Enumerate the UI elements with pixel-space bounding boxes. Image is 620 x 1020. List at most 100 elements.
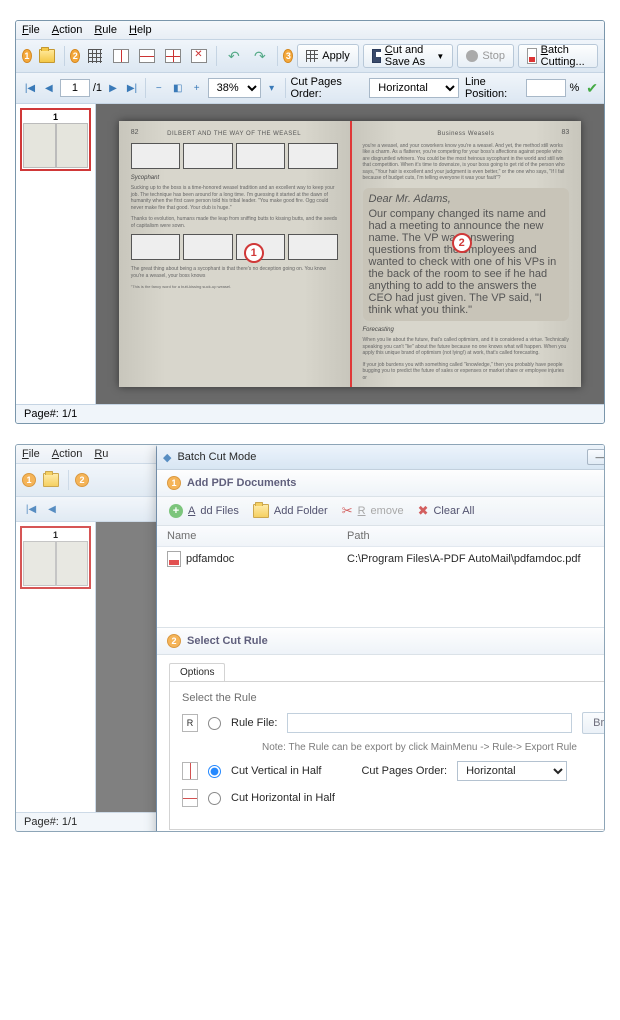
batch-cut-dialog: ◆ Batch Cut Mode — □ ✕ 1Add PDF Document… <box>156 444 605 832</box>
apply-icon <box>306 50 318 62</box>
statusbar: Page#: 1/1 <box>16 404 604 423</box>
callout-body: Our company changed its name and had a m… <box>369 208 564 316</box>
zoom-in-button[interactable]: + <box>189 79 205 97</box>
body-text: The great thing about being a sycophant … <box>131 266 338 279</box>
canvas[interactable]: 1 2 82 DILBERT AND THE WAY OF THE WEASEL… <box>96 104 604 404</box>
rule-file-label: Rule File: <box>231 717 277 729</box>
dialog-titlebar[interactable]: ◆ Batch Cut Mode — □ ✕ <box>157 445 605 470</box>
cut-order-select[interactable]: Horizontal <box>369 78 459 98</box>
menu-action[interactable]: Action <box>52 448 83 460</box>
remove-button[interactable]: ✂Remove <box>342 503 404 519</box>
thumb-label: 1 <box>23 111 88 123</box>
stop-label: Stop <box>482 50 505 62</box>
folder-icon <box>39 49 55 63</box>
thumbnail-1[interactable]: 1 <box>20 526 91 589</box>
last-page-button[interactable]: ▶| <box>124 79 140 97</box>
cut-horizontal-radio[interactable] <box>208 792 221 805</box>
file-name: pdfamdoc <box>186 553 234 565</box>
order-label: Cut Pages Order: <box>290 76 366 100</box>
grid-button[interactable] <box>84 45 106 67</box>
section-2-header: 2Select Cut Rule <box>157 628 605 655</box>
select-rule-label: Select the Rule <box>182 692 605 704</box>
batch-cutting-button[interactable]: Batch Cutting... <box>518 44 598 68</box>
open-button[interactable] <box>40 469 62 491</box>
linepos-input[interactable] <box>526 79 566 97</box>
zoom-fit-button[interactable]: ◧ <box>170 79 186 97</box>
body-text: If your job burdens you with something c… <box>363 362 570 382</box>
cut-horizontal-icon <box>182 789 198 807</box>
main-toolbar: 1 2 ↶ ↷ 3 Apply Cut and Save As▼ Stop Ba… <box>16 40 604 73</box>
open-button[interactable] <box>36 45 58 67</box>
cut-vertical-button[interactable] <box>110 45 132 67</box>
region-marker-2[interactable]: 2 <box>452 233 472 253</box>
rule-file-input[interactable] <box>287 713 572 733</box>
dialog-toolbar: +Add Files Add Folder ✂Remove ✖Clear All <box>157 497 605 526</box>
linepos-unit: % <box>569 82 579 94</box>
cut-both-icon <box>165 49 181 63</box>
menu-help[interactable]: Help <box>129 24 152 36</box>
apply-linepos-button[interactable]: ✔ <box>586 80 598 97</box>
file-path: C:\Program Files\A-PDF AutoMail\pdfamdoc… <box>347 553 581 565</box>
options-tab[interactable]: Options <box>169 663 225 681</box>
batch-label: Batch Cutting... <box>541 44 589 68</box>
browse-button[interactable]: Browse... <box>582 712 605 734</box>
menu-file[interactable]: File <box>22 24 40 36</box>
pdf-icon <box>167 551 181 567</box>
menu-rule[interactable]: Ru <box>94 448 108 460</box>
zoom-select[interactable]: 38% <box>208 78 261 98</box>
prev-page-button[interactable]: ◀ <box>41 79 57 97</box>
menu-file[interactable]: File <box>22 448 40 460</box>
rule-file-icon: R <box>182 714 198 732</box>
body-text: Thanks to evolution, humans made the lea… <box>131 216 338 229</box>
step-3-badge: 3 <box>283 49 293 63</box>
body-text: Sucking up to the boss is a time-honored… <box>131 185 338 211</box>
zoom-out-button[interactable]: − <box>151 79 167 97</box>
cut-line[interactable] <box>350 121 352 388</box>
cut-vertical-label: Cut Vertical in Half <box>231 765 321 777</box>
rule-file-radio[interactable] <box>208 717 221 730</box>
region-marker-1[interactable]: 1 <box>244 243 264 263</box>
order-select[interactable]: Horizontal <box>457 761 567 781</box>
zoom-dropdown-button[interactable]: ▾ <box>264 79 280 97</box>
step-2-badge: 2 <box>70 49 80 63</box>
file-row[interactable]: pdfamdoc C:\Program Files\A-PDF AutoMail… <box>157 547 605 571</box>
folder-icon <box>253 504 269 518</box>
pdf-icon <box>527 48 537 64</box>
menu-rule[interactable]: Rule <box>94 24 117 36</box>
cut-horizontal-button[interactable] <box>136 45 158 67</box>
main-window: File Action Rule Help 1 2 ↶ ↷ 3 Apply Cu… <box>15 20 605 424</box>
add-folder-button[interactable]: Add Folder <box>253 504 328 518</box>
cut-save-button[interactable]: Cut and Save As▼ <box>363 44 454 68</box>
cut-both-button[interactable] <box>162 45 184 67</box>
apply-button[interactable]: Apply <box>297 44 359 68</box>
grid-icon <box>88 49 102 63</box>
redo-button[interactable]: ↷ <box>249 45 271 67</box>
undo-button[interactable]: ↶ <box>223 45 245 67</box>
first-page-button[interactable]: |◀ <box>22 79 38 97</box>
page-total: /1 <box>93 82 102 94</box>
next-page-button[interactable]: ▶ <box>105 79 121 97</box>
add-files-button[interactable]: +Add Files <box>169 504 239 518</box>
page-header-left: DILBERT AND THE WAY OF THE WEASEL <box>131 131 338 137</box>
col-name[interactable]: Name <box>167 530 347 542</box>
cut-delete-button[interactable] <box>188 45 210 67</box>
clear-all-button[interactable]: ✖Clear All <box>418 503 475 519</box>
menu-action[interactable]: Action <box>52 24 83 36</box>
section-1-header: 1Add PDF Documents <box>157 470 605 497</box>
thumbnail-1[interactable]: 1 <box>20 108 91 171</box>
stop-button[interactable]: Stop <box>457 44 514 68</box>
file-list-header: Name Path <box>157 526 605 547</box>
page-header-right: Business Weasels <box>363 131 570 137</box>
minimize-button[interactable]: — <box>587 449 605 465</box>
col-path[interactable]: Path <box>347 530 370 542</box>
body-text: When you lie about the future, that's ca… <box>363 337 570 357</box>
cut-vertical-radio[interactable] <box>208 765 221 778</box>
cut-delete-icon <box>191 49 207 63</box>
cut-horizontal-icon <box>139 49 155 63</box>
callout-box: Dear Mr. Adams, Our company changed its … <box>363 188 570 321</box>
thumbnail-panel: 1 <box>16 104 96 404</box>
nav-toolbar: |◀ ◀ /1 ▶ ▶| − ◧ + 38% ▾ Cut Pages Order… <box>16 73 604 104</box>
page-input[interactable] <box>60 79 90 97</box>
page-num-right: 83 <box>561 129 569 136</box>
main-window-bg: File Action Ru 1 2 h Cutting... |◀ ◀ ✔ 1… <box>15 444 605 832</box>
